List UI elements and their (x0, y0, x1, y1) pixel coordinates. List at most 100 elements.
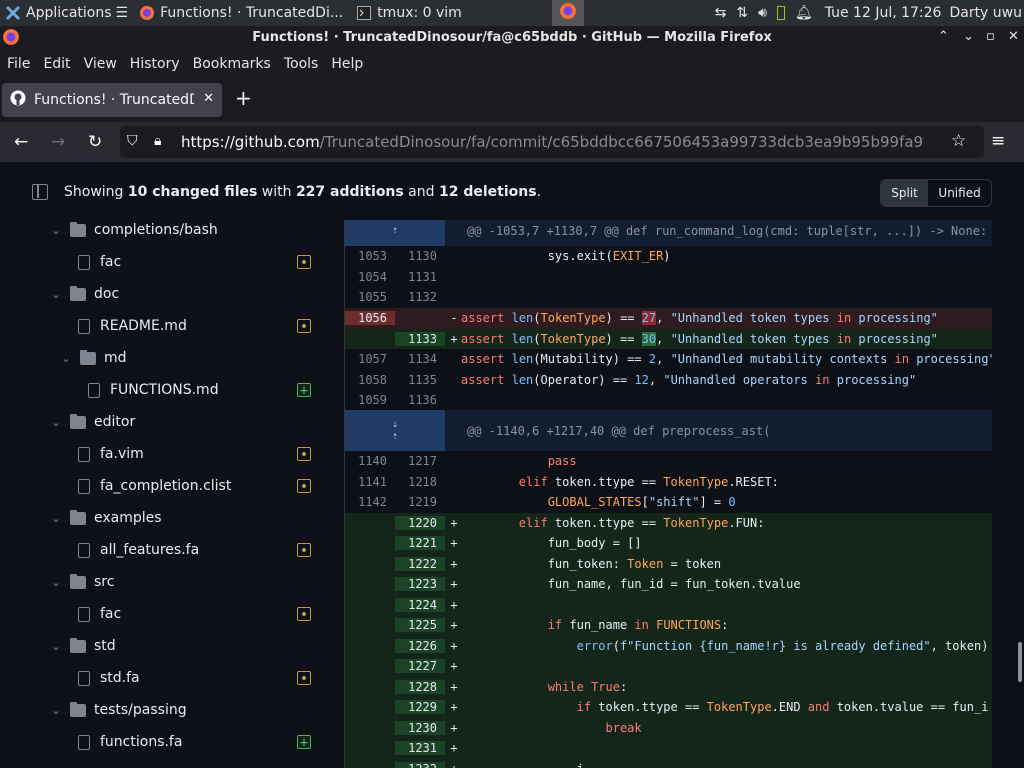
minimize-window-icon[interactable]: ⌄ (963, 29, 974, 44)
tab-github-commit[interactable]: Functions! · TruncatedDinosaur ✕ (2, 83, 222, 117)
new-line-number[interactable]: 1229 (395, 700, 445, 715)
toggle-file-tree-icon[interactable] (32, 184, 48, 200)
collapse-window-icon[interactable]: ⌃ (938, 29, 949, 44)
new-line-number[interactable]: 1226 (395, 638, 445, 653)
chevron-down-icon[interactable]: ⌄ (58, 352, 74, 365)
old-line-number[interactable]: 1058 (345, 373, 395, 387)
chevron-down-icon[interactable]: ⌄ (48, 640, 64, 653)
forward-icon[interactable]: → (51, 132, 65, 152)
new-line-number[interactable]: 1135 (395, 373, 445, 387)
new-line-number[interactable]: 1133 (395, 331, 445, 346)
new-line-number[interactable]: 1222 (395, 556, 445, 571)
old-line-number[interactable]: 1056 (345, 311, 395, 326)
page-scrollbar[interactable] (1018, 642, 1022, 682)
menu-file[interactable]: File (7, 56, 30, 72)
user-name[interactable]: Darty uwu (949, 5, 1022, 21)
tree-folder[interactable]: ⌄ editor (48, 406, 135, 438)
tree-file[interactable]: std.fa (78, 662, 140, 694)
menu-history[interactable]: History (130, 56, 180, 72)
diff-code: fun_body = [] (461, 536, 642, 551)
tree-folder[interactable]: ⌄ md (58, 342, 127, 374)
new-line-number[interactable]: 1230 (395, 720, 445, 735)
tree-file[interactable]: functions.fa (78, 726, 182, 758)
tree-file[interactable]: fa.vim (78, 438, 144, 470)
old-line-number[interactable]: 1054 (345, 270, 395, 284)
menu-help[interactable]: Help (331, 56, 363, 72)
tree-file[interactable]: README.md (78, 310, 187, 342)
back-icon[interactable]: ← (14, 132, 28, 152)
notification-bell-icon[interactable]: 🔔︎ (795, 5, 813, 21)
close-tab-icon[interactable]: ✕ (203, 91, 214, 106)
old-line-number[interactable]: 1059 (345, 393, 395, 407)
hamburger-menu-icon[interactable]: ≡ (991, 131, 1005, 151)
taskbar-firefox-window[interactable]: Functions! · TruncatedDi... (134, 0, 347, 26)
split-view-button[interactable]: Split (881, 180, 929, 206)
network-icon[interactable]: ⇆ (715, 5, 727, 21)
new-line-number[interactable]: 1224 (395, 597, 445, 612)
old-line-number[interactable]: 1140 (345, 454, 395, 468)
new-line-number[interactable]: 1227 (395, 659, 445, 674)
new-line-number[interactable]: 1225 (395, 618, 445, 633)
url-text[interactable]: https://github.com/TruncatedDinosour/fa/… (181, 133, 923, 151)
new-line-number[interactable]: 1131 (395, 270, 445, 284)
unified-view-button[interactable]: Unified (928, 180, 991, 206)
old-line-number[interactable]: 1055 (345, 290, 395, 304)
maximize-window-icon[interactable]: ▫ (986, 29, 995, 44)
menu-bookmarks[interactable]: Bookmarks (193, 56, 271, 72)
volume-icon[interactable]: 🔊︎ (758, 5, 767, 21)
new-line-number[interactable]: 1136 (395, 393, 445, 407)
bookmark-star-icon[interactable]: ☆ (951, 131, 966, 151)
tree-folder[interactable]: ⌄ std (48, 630, 116, 662)
taskbar-tmux-window[interactable]: tmux: 0 vim (351, 0, 466, 26)
new-line-number[interactable]: 1217 (395, 454, 445, 468)
new-line-number[interactable]: 1130 (395, 249, 445, 263)
transfer-icon[interactable]: ⇅ (736, 5, 748, 21)
chevron-down-icon[interactable]: ⌄ (48, 224, 64, 237)
reload-icon[interactable]: ↻ (88, 132, 102, 152)
new-tab-icon[interactable]: + (235, 86, 252, 110)
menu-view[interactable]: View (84, 56, 117, 72)
lock-icon[interactable]: 🔒︎ (154, 133, 161, 149)
applications-menu[interactable]: Applications ☰ (0, 0, 132, 26)
new-line-number[interactable]: 1231 (395, 741, 445, 756)
clock[interactable]: Tue 12 Jul, 17:26 (825, 5, 942, 21)
new-line-number[interactable]: 1219 (395, 495, 445, 509)
tree-file[interactable]: fa_completion.clist (78, 470, 231, 502)
new-line-number[interactable]: 1134 (395, 352, 445, 366)
new-line-number[interactable]: 1220 (395, 515, 445, 530)
new-line-number[interactable]: 1228 (395, 679, 445, 694)
new-line-number[interactable]: 1218 (395, 475, 445, 489)
shield-icon[interactable]: ⛉ (127, 133, 138, 149)
diff-line: 1220 + elif token.ttype == TokenType.FUN: (345, 512, 992, 533)
chevron-down-icon[interactable]: ⌄ (48, 288, 64, 301)
close-window-icon[interactable]: ✕ (1008, 29, 1019, 44)
taskbar-firefox-launcher[interactable] (552, 0, 584, 26)
new-line-number[interactable]: 1132 (395, 290, 445, 304)
tree-folder[interactable]: ⌄ examples (48, 502, 162, 534)
tree-folder[interactable]: ⌄ doc (48, 278, 119, 310)
chevron-down-icon[interactable]: ⌄ (48, 576, 64, 589)
chevron-down-icon[interactable]: ⌄ (48, 704, 64, 717)
old-line-number[interactable]: 1057 (345, 352, 395, 366)
menu-edit[interactable]: Edit (43, 56, 70, 72)
new-line-number[interactable]: 1223 (395, 577, 445, 592)
old-line-number[interactable]: 1141 (345, 475, 395, 489)
new-line-number[interactable]: 1232 (395, 761, 445, 768)
tree-folder[interactable]: ⌄ completions/bash (48, 214, 218, 246)
menu-tools[interactable]: Tools (284, 56, 319, 72)
old-line-number[interactable]: 1142 (345, 495, 395, 509)
old-line-number[interactable]: 1053 (345, 249, 395, 263)
chevron-down-icon[interactable]: ⌄ (48, 512, 64, 525)
expand-lines-icon[interactable]: ⇡ (345, 220, 445, 246)
tree-file[interactable]: FUNCTIONS.md (88, 374, 219, 406)
firefox-icon (138, 4, 156, 22)
expand-lines-icon[interactable]: ⇣ ⇡ (345, 410, 445, 451)
tree-file[interactable]: all_features.fa (78, 534, 199, 566)
tree-file[interactable]: fac (78, 246, 121, 278)
battery-icon[interactable] (776, 6, 785, 20)
tree-folder[interactable]: ⌄ tests/passing (48, 694, 187, 726)
chevron-down-icon[interactable]: ⌄ (48, 416, 64, 429)
tree-file[interactable]: fac (78, 598, 121, 630)
tree-folder[interactable]: ⌄ src (48, 566, 114, 598)
new-line-number[interactable]: 1221 (395, 536, 445, 551)
